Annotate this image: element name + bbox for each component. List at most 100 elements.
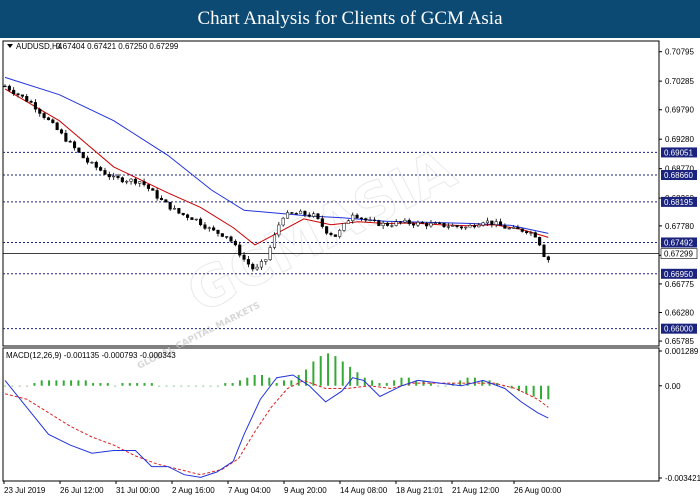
- candle-body: [464, 226, 468, 229]
- macd-axis-label: -0.003421: [665, 474, 700, 483]
- candle-body: [294, 213, 298, 215]
- candle-body: [485, 220, 490, 224]
- macd-histogram-bar: [62, 380, 65, 386]
- candle-body: [246, 259, 250, 265]
- candle-body: [512, 226, 516, 229]
- candle-body: [285, 212, 290, 219]
- macd-histogram-bar: [268, 377, 271, 386]
- macd-label: MACD(12,26,9) -0.001135 -0.000793 -0.000…: [6, 351, 176, 360]
- macd-histogram-bar: [371, 380, 374, 386]
- time-axis-label: 26 Jul 12:00: [60, 486, 104, 495]
- candle-body: [255, 266, 259, 270]
- candle-body: [420, 222, 424, 224]
- candle-body: [390, 225, 394, 227]
- price-axis-label: 0.70795: [665, 48, 694, 57]
- time-axis-label: 26 Aug 00:00: [514, 486, 562, 495]
- macd-histogram-bar: [106, 383, 109, 386]
- chart-area[interactable]: GCMASIAGLOBAL CAPITAL MARKETS0.707950.70…: [0, 38, 700, 500]
- macd-histogram-bar: [385, 383, 388, 386]
- macd-histogram-bar: [4, 385, 6, 387]
- macd-histogram-bar: [349, 366, 352, 386]
- candle-body: [233, 240, 237, 246]
- candle-body: [181, 212, 185, 215]
- macd-histogram-bar: [33, 383, 36, 386]
- macd-histogram-bar: [172, 385, 175, 387]
- candle-body: [120, 177, 124, 183]
- price-axis-label: 0.66280: [665, 308, 694, 317]
- candle-body: [372, 219, 377, 222]
- candle-body: [338, 230, 342, 237]
- candle-body: [290, 212, 294, 214]
- candle-body: [59, 129, 64, 134]
- candle-body: [381, 222, 385, 226]
- candle-body: [172, 208, 177, 210]
- candle-body: [425, 223, 429, 227]
- level-badge-label: 0.66000: [664, 325, 693, 334]
- ohlc-readout: 0.67404 0.67421 0.67250 0.67299: [56, 42, 179, 51]
- macd-histogram-bar: [70, 380, 73, 386]
- candle-body: [329, 232, 333, 235]
- candle-body: [155, 190, 159, 199]
- macd-histogram-bar: [297, 374, 300, 386]
- candle-body: [520, 228, 524, 232]
- macd-histogram-bar: [525, 385, 528, 394]
- candle-body: [312, 213, 316, 217]
- candle-body: [346, 220, 350, 224]
- candle-body: [429, 222, 433, 227]
- candle-body: [72, 141, 77, 149]
- candle-body: [272, 234, 277, 248]
- macd-histogram-bar: [312, 361, 315, 386]
- candle-body: [238, 244, 242, 256]
- candle-body: [112, 175, 116, 178]
- macd-histogram-bar: [128, 383, 131, 386]
- candle-body: [242, 254, 246, 260]
- macd-histogram-bar: [246, 377, 249, 386]
- candle-body: [525, 231, 529, 234]
- level-badge-label: 0.68660: [664, 171, 693, 180]
- price-axis-label: 0.70285: [665, 77, 694, 86]
- candle-body: [351, 214, 355, 221]
- candle-body: [251, 263, 255, 270]
- level-badge-label: 0.66950: [664, 270, 693, 279]
- candle-body: [494, 221, 498, 225]
- candle-body: [503, 225, 507, 229]
- candle-body: [81, 152, 85, 159]
- candle-body: [277, 224, 281, 236]
- candle-body: [398, 221, 403, 223]
- candle-body: [407, 219, 411, 225]
- time-axis-label: 2 Aug 16:00: [172, 486, 215, 495]
- candle-body: [116, 175, 120, 178]
- candle-body: [529, 232, 533, 234]
- candle-body: [86, 157, 90, 163]
- candle-body: [433, 222, 437, 224]
- candle-body: [394, 221, 398, 226]
- candle-body: [542, 244, 546, 257]
- macd-histogram-bar: [136, 383, 139, 386]
- candle-body: [7, 85, 11, 91]
- candle-body: [159, 198, 164, 200]
- macd-histogram-bar: [114, 385, 117, 387]
- macd-histogram-bar: [283, 380, 286, 386]
- candle-body: [94, 162, 98, 168]
- candle-body: [207, 227, 211, 229]
- candle-body: [3, 85, 7, 88]
- macd-histogram-bar: [400, 377, 403, 386]
- macd-histogram-bar: [275, 383, 278, 386]
- candle-body: [490, 220, 494, 225]
- candle-body: [90, 162, 94, 164]
- macd-histogram-bar: [547, 385, 550, 400]
- candle-body: [77, 147, 81, 153]
- candle-body: [342, 223, 346, 231]
- time-axis-label: 31 Jul 00:00: [116, 486, 160, 495]
- macd-histogram-bar: [290, 380, 293, 386]
- candle-body: [416, 222, 420, 226]
- candle-body: [538, 236, 542, 246]
- time-axis-label: 7 Aug 04:00: [228, 486, 271, 495]
- candle-body: [138, 181, 142, 184]
- candle-body: [307, 214, 311, 217]
- candle-body: [459, 226, 463, 229]
- macd-histogram-bar: [253, 374, 256, 386]
- candle-body: [16, 93, 20, 96]
- candle-body: [299, 210, 303, 214]
- macd-histogram-bar: [393, 380, 396, 386]
